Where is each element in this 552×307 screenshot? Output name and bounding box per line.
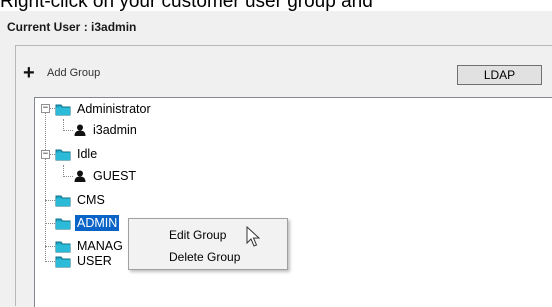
edit-group-menu-item[interactable]: Edit Group (169, 228, 226, 242)
folder-icon (55, 148, 71, 161)
collapse-toggle-administrator[interactable]: − (41, 104, 50, 113)
tree-connector (63, 130, 73, 131)
tree-connector (63, 176, 73, 177)
ldap-button[interactable]: LDAP (457, 65, 542, 85)
tree-node-label: MANAG (77, 239, 123, 253)
tree-node-guest[interactable]: GUEST (73, 168, 138, 184)
tree-node-i3admin[interactable]: i3admin (73, 122, 139, 138)
collapse-toggle-idle[interactable]: − (41, 150, 50, 159)
tree-node-manag[interactable]: MANAG (55, 238, 125, 254)
tree-node-label: GUEST (93, 169, 137, 183)
delete-group-menu-item[interactable]: Delete Group (169, 250, 240, 264)
tree-node-label: CMS (77, 193, 105, 207)
user-icon (73, 169, 87, 183)
tree-node-idle[interactable]: Idle (55, 146, 99, 162)
context-menu: Edit Group Delete Group (128, 218, 288, 270)
folder-icon (55, 217, 71, 230)
current-user-label: Current User : i3admin (7, 20, 137, 34)
user-icon (73, 123, 87, 137)
tree-node-label: Idle (77, 147, 98, 161)
tree-node-label: ADMIN (75, 215, 120, 231)
tree-connector (45, 200, 55, 201)
tree-node-admin[interactable]: ADMIN (55, 215, 120, 231)
folder-icon (55, 194, 71, 207)
group-tree-view[interactable]: − − Administrator i3admin Idle GUEST CMS (34, 97, 552, 307)
tree-node-label: USER (77, 254, 112, 268)
plus-icon: + (23, 62, 35, 84)
folder-icon (55, 240, 71, 253)
tree-node-label: Administrator (77, 102, 151, 116)
folder-icon (55, 103, 71, 116)
add-group-button[interactable]: + Add Group (23, 62, 101, 84)
tree-connector (45, 106, 46, 262)
instruction-caption: Right-click on your customer user group … (0, 0, 373, 11)
tree-node-label: i3admin (93, 123, 137, 137)
tree-connector (45, 261, 55, 262)
folder-icon (55, 255, 71, 268)
add-group-label: Add Group (47, 67, 101, 79)
tree-node-cms[interactable]: CMS (55, 192, 107, 208)
tree-node-administrator[interactable]: Administrator (55, 101, 153, 117)
tree-connector (45, 246, 55, 247)
tree-node-user[interactable]: USER (55, 253, 114, 269)
mouse-pointer-icon (246, 225, 261, 253)
tree-connector (45, 223, 55, 224)
